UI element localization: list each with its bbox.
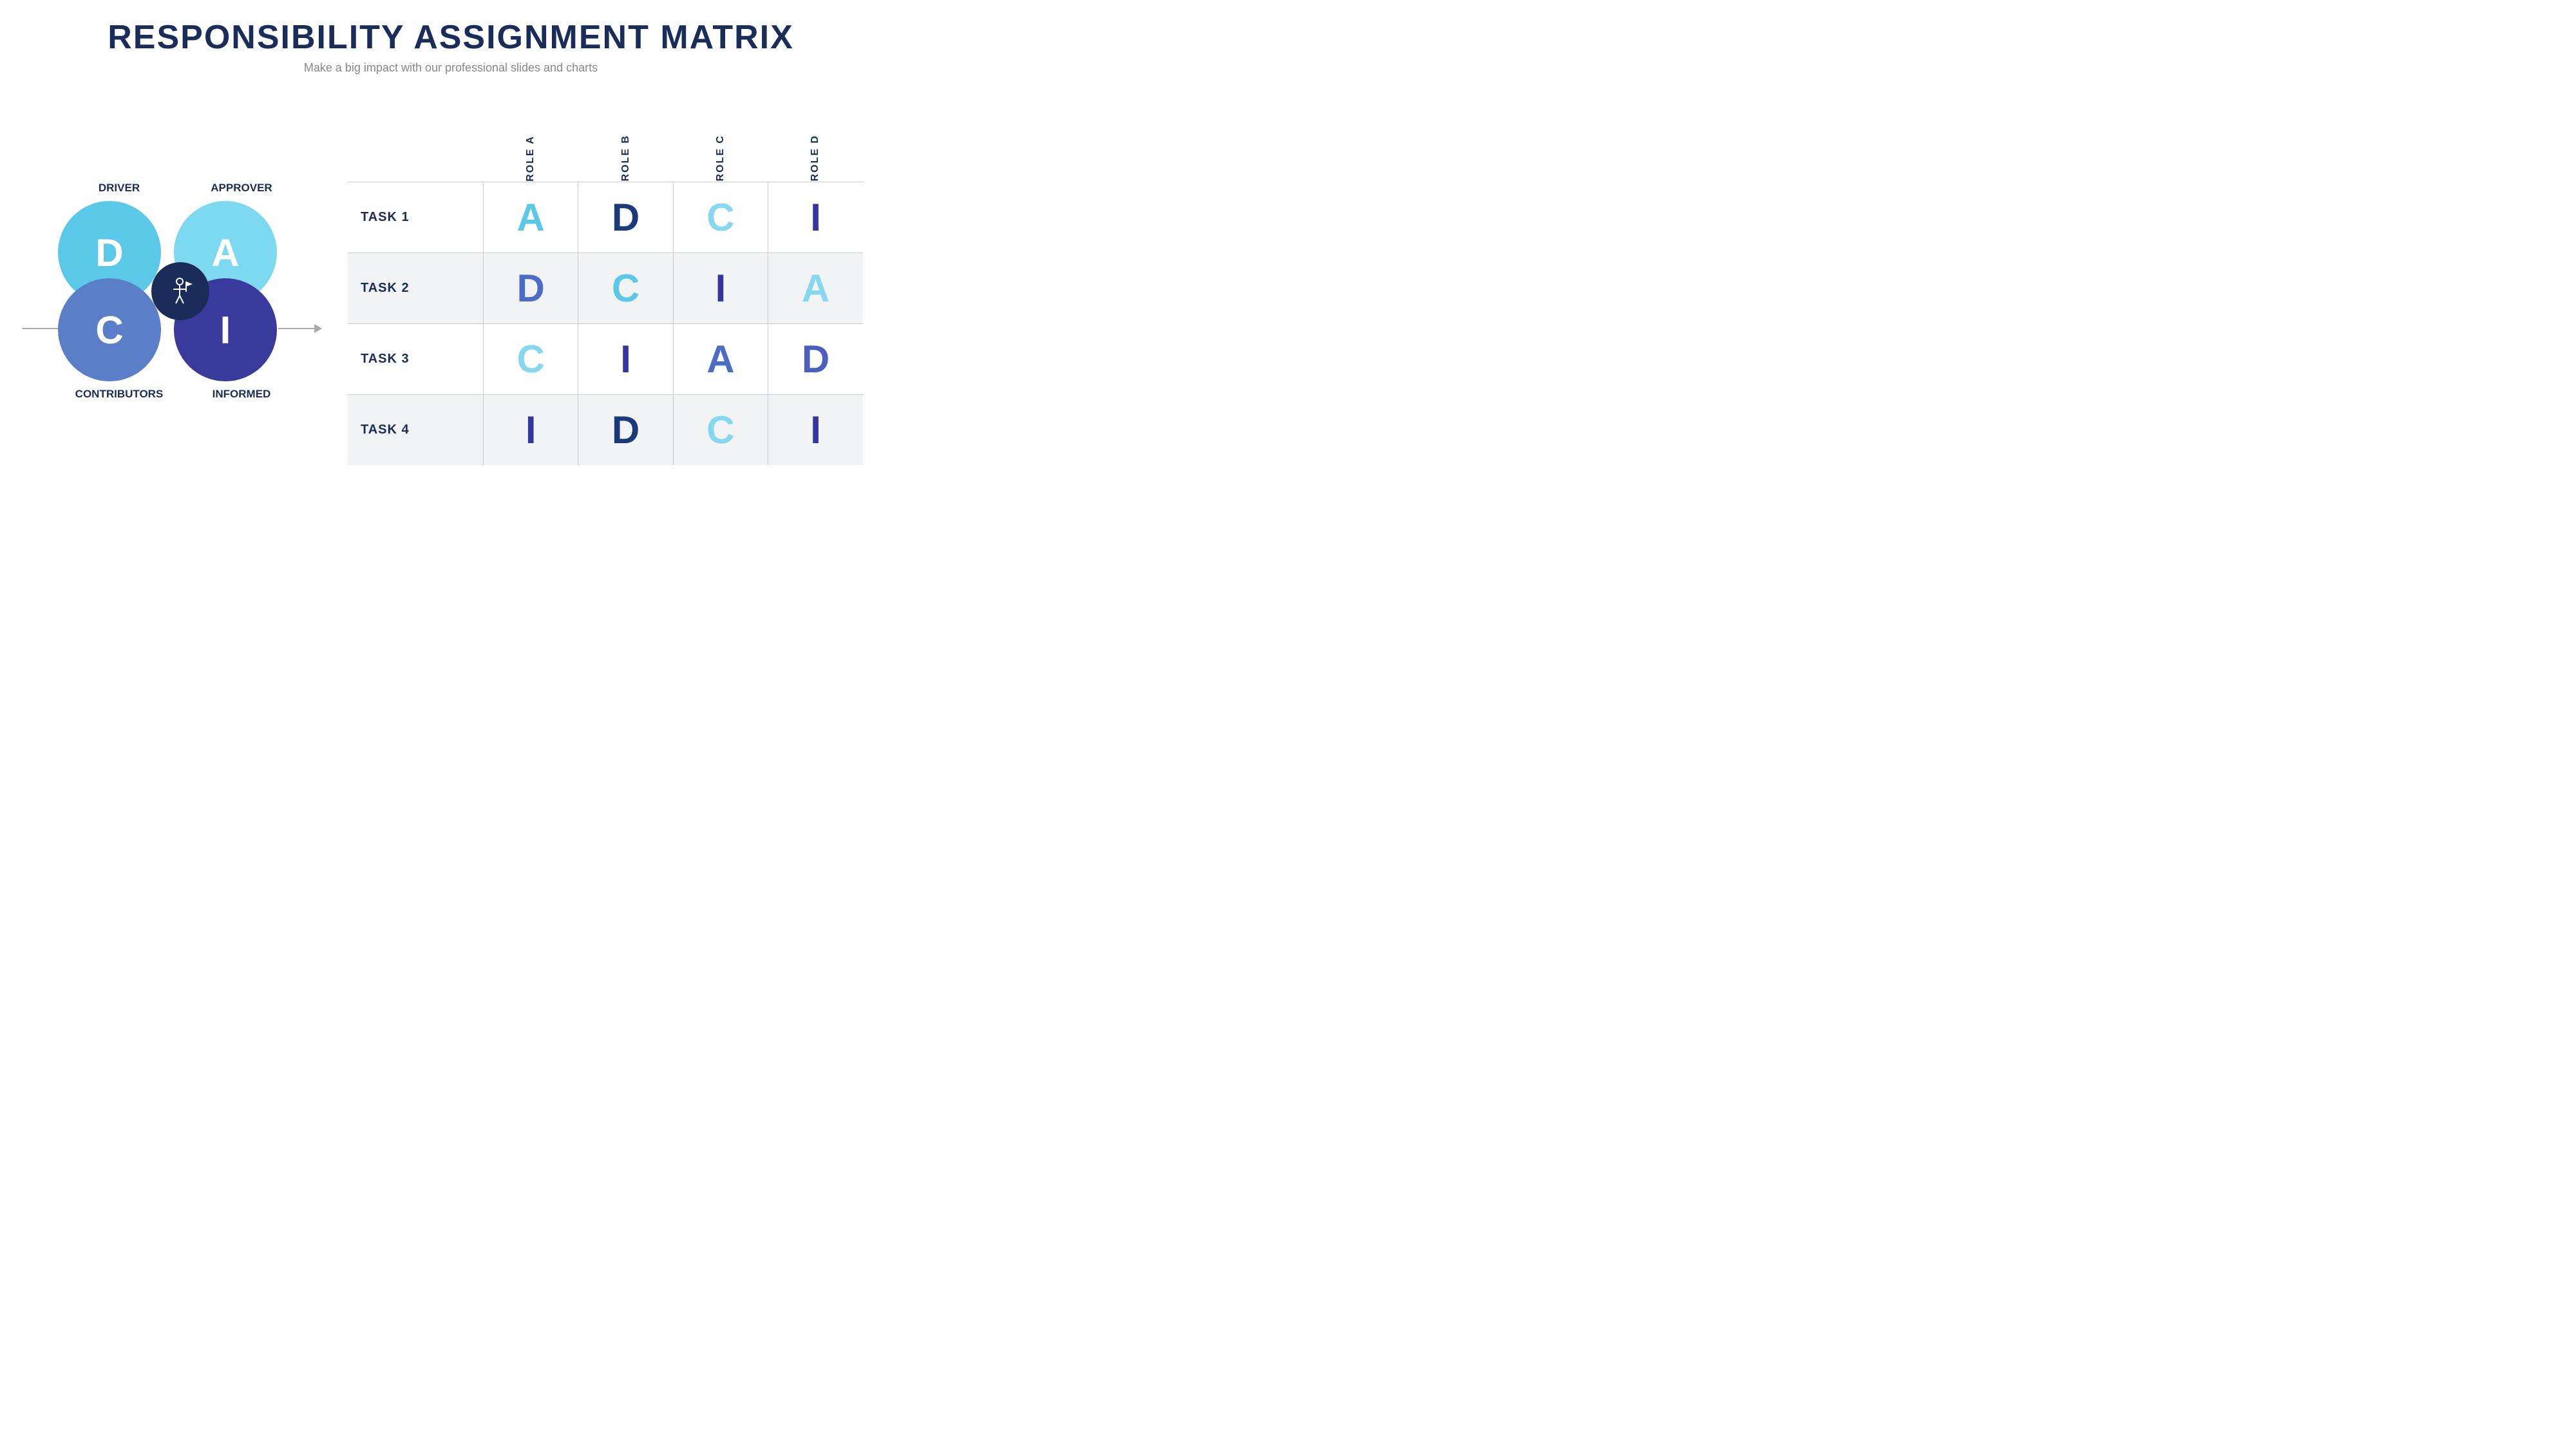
value-cell: C (673, 182, 768, 253)
circles-container: D A C I (58, 201, 303, 381)
subtitle: Make a big impact with our professional … (39, 61, 863, 75)
contributors-label: CONTRIBUTORS (64, 388, 174, 401)
value-cell: I (768, 394, 863, 465)
circle-d-letter: D (95, 231, 123, 275)
value-cell: I (578, 323, 673, 394)
value-cell: A (673, 323, 768, 394)
task-name-cell: TASK 2 (348, 253, 484, 323)
role-b-header: ROLE B (578, 117, 673, 182)
center-circle (151, 262, 209, 320)
role-d-label: ROLE D (810, 135, 821, 181)
table-row: TASK 2 DCIA (348, 253, 863, 323)
task-name: TASK 4 (361, 423, 410, 437)
content-area: DRIVER APPROVER D A C (39, 94, 863, 488)
task-name: TASK 1 (361, 210, 410, 224)
bottom-labels: CONTRIBUTORS INFORMED (58, 388, 303, 401)
top-labels: DRIVER APPROVER (58, 182, 303, 195)
value-cell: A (484, 182, 578, 253)
table-row: TASK 1 ADCI (348, 182, 863, 253)
header: RESPONSIBILITY ASSIGNMENT MATRIX Make a … (39, 19, 863, 75)
matrix-header-row: ROLE A ROLE B ROLE C (348, 117, 863, 182)
value-cell: C (484, 323, 578, 394)
task-name-cell: TASK 1 (348, 182, 484, 253)
value-cell: I (673, 253, 768, 323)
line-right (278, 328, 317, 329)
task-name-cell: TASK 3 (348, 323, 484, 394)
main-title: RESPONSIBILITY ASSIGNMENT MATRIX (39, 19, 863, 56)
value-cell: A (768, 253, 863, 323)
value-cell: C (673, 394, 768, 465)
informed-label: INFORMED (187, 388, 296, 401)
role-c-label: ROLE C (715, 135, 726, 181)
line-left (23, 328, 58, 329)
daci-diagram: DRIVER APPROVER D A C (39, 182, 322, 401)
value-cell: C (578, 253, 673, 323)
task-name: TASK 2 (361, 281, 410, 295)
value-cell: D (578, 182, 673, 253)
task-name-cell: TASK 4 (348, 394, 484, 465)
task-col-header (348, 117, 484, 182)
arrow-right (314, 324, 322, 333)
role-b-label: ROLE B (620, 135, 632, 181)
driver-label: DRIVER (64, 182, 174, 195)
value-cell: I (484, 394, 578, 465)
circle-i-letter: I (220, 308, 231, 352)
value-cell: D (578, 394, 673, 465)
matrix-table: ROLE A ROLE B ROLE C (348, 117, 863, 466)
circle-contributors: C (58, 278, 161, 381)
table-row: TASK 3 CIAD (348, 323, 863, 394)
value-cell: D (768, 323, 863, 394)
circle-c-letter: C (95, 308, 123, 352)
role-c-header: ROLE C (673, 117, 768, 182)
table-row: TASK 4IDCI (348, 394, 863, 465)
approver-label: APPROVER (187, 182, 296, 195)
value-cell: D (484, 253, 578, 323)
role-d-header: ROLE D (768, 117, 863, 182)
role-a-header: ROLE A (484, 117, 578, 182)
circle-a-letter: A (211, 231, 239, 275)
task-name: TASK 3 (361, 352, 410, 366)
matrix-body: TASK 1ADCITASK 2DCIATASK 3CIADTASK 4IDCI (348, 182, 863, 465)
value-cell: I (768, 182, 863, 253)
page-wrapper: RESPONSIBILITY ASSIGNMENT MATRIX Make a … (0, 0, 902, 508)
matrix-container: ROLE A ROLE B ROLE C (348, 117, 863, 466)
role-a-label: ROLE A (525, 135, 536, 182)
person-flag-icon (164, 275, 196, 307)
